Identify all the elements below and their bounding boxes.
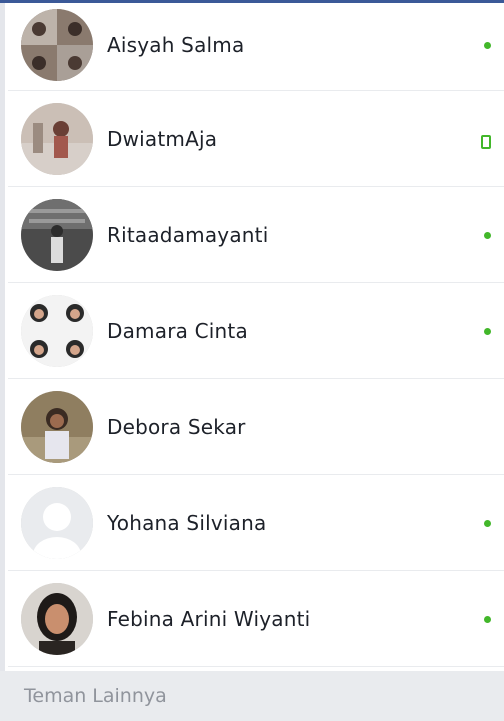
- section-header: Teman Lainnya: [0, 671, 504, 721]
- contact-row[interactable]: Aisyah Salma: [8, 0, 504, 91]
- online-status-icon: [484, 231, 492, 239]
- avatar: [21, 294, 93, 367]
- contact-name: Debora Sekar: [107, 414, 246, 439]
- avatar: [21, 582, 93, 655]
- avatar: [21, 390, 93, 463]
- contact-row[interactable]: Damara Cinta: [8, 283, 504, 379]
- mobile-status-icon: [481, 134, 492, 149]
- contact-row[interactable]: Febina Arini Wiyanti: [8, 571, 504, 667]
- avatar: [21, 486, 93, 559]
- online-status-icon: [484, 327, 492, 335]
- left-edge: [0, 3, 5, 721]
- online-status-icon: [484, 519, 492, 527]
- avatar: [21, 102, 93, 175]
- contact-name: DwiatmAja: [107, 126, 218, 151]
- contact-row[interactable]: DwiatmAja: [8, 91, 504, 187]
- contact-name: Febina Arini Wiyanti: [107, 606, 311, 631]
- section-title: Teman Lainnya: [24, 685, 167, 707]
- contact-name: Yohana Silviana: [107, 510, 267, 535]
- contact-row[interactable]: Yohana Silviana: [8, 475, 504, 571]
- online-status-icon: [484, 41, 492, 49]
- contact-row[interactable]: Ritaadamayanti: [8, 187, 504, 283]
- avatar: [21, 198, 93, 271]
- chat-contacts-screen: Aisyah Salma DwiatmAja Ritaadamayanti Da…: [0, 0, 504, 721]
- contact-name: Aisyah Salma: [107, 33, 245, 57]
- contact-name: Damara Cinta: [107, 318, 248, 343]
- online-status-icon: [484, 615, 492, 623]
- contact-row[interactable]: Debora Sekar: [8, 379, 504, 475]
- contact-name: Ritaadamayanti: [107, 222, 269, 247]
- avatar: [21, 9, 93, 81]
- contact-list: Aisyah Salma DwiatmAja Ritaadamayanti Da…: [8, 0, 504, 671]
